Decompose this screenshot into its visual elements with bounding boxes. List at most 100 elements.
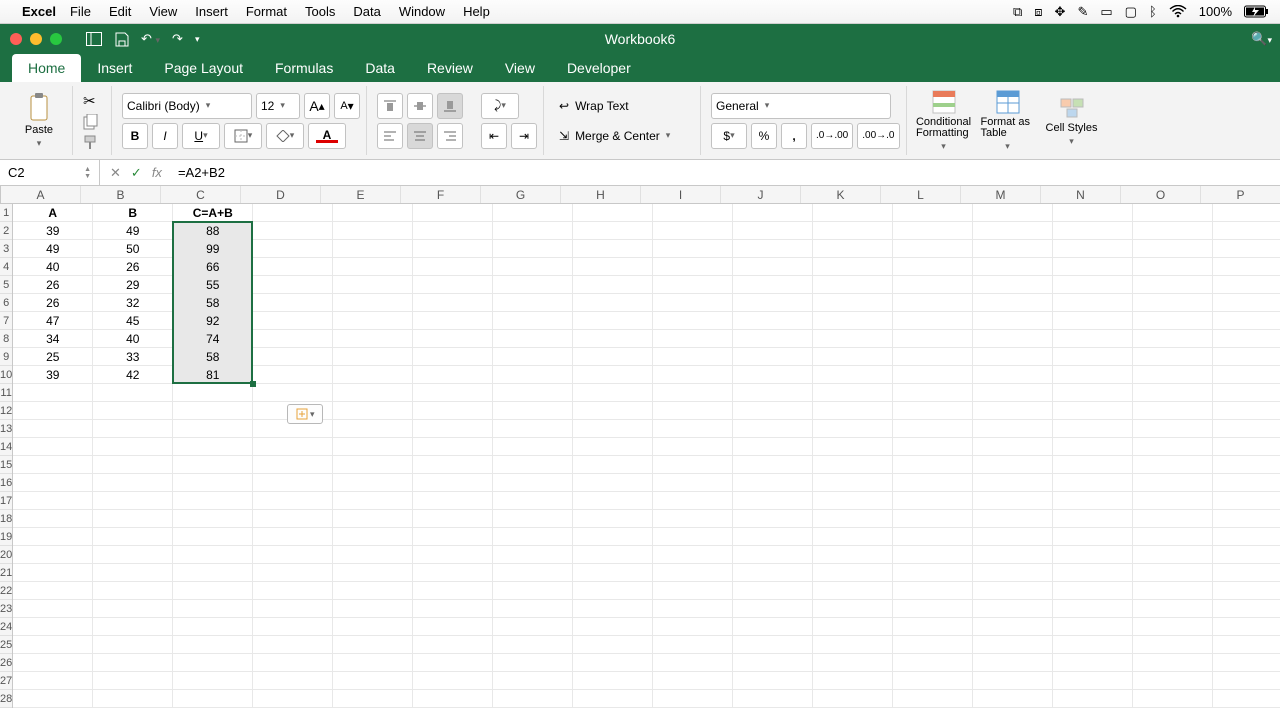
cell-C17[interactable]: [173, 492, 253, 510]
cell-D3[interactable]: [253, 240, 333, 258]
cell-O7[interactable]: [1133, 312, 1213, 330]
cell-N10[interactable]: [1053, 366, 1133, 384]
cell-M24[interactable]: [973, 618, 1053, 636]
cell-J14[interactable]: [733, 438, 813, 456]
align-left-button[interactable]: [377, 123, 403, 149]
cell-F26[interactable]: [413, 654, 493, 672]
cell-C3[interactable]: 99: [173, 240, 253, 258]
cell-A21[interactable]: [13, 564, 93, 582]
row-header-19[interactable]: 19: [0, 528, 12, 546]
cell-K17[interactable]: [813, 492, 893, 510]
cell-O20[interactable]: [1133, 546, 1213, 564]
cell-E25[interactable]: [333, 636, 413, 654]
cell-F18[interactable]: [413, 510, 493, 528]
cell-P15[interactable]: [1213, 456, 1280, 474]
cell-B5[interactable]: 29: [93, 276, 173, 294]
cell-C20[interactable]: [173, 546, 253, 564]
cell-J21[interactable]: [733, 564, 813, 582]
cell-E9[interactable]: [333, 348, 413, 366]
cell-L26[interactable]: [893, 654, 973, 672]
cell-P3[interactable]: [1213, 240, 1280, 258]
sync-icon[interactable]: ✥: [1055, 4, 1066, 20]
cell-A11[interactable]: [13, 384, 93, 402]
cell-L20[interactable]: [893, 546, 973, 564]
cell-F3[interactable]: [413, 240, 493, 258]
cell-O4[interactable]: [1133, 258, 1213, 276]
cell-K14[interactable]: [813, 438, 893, 456]
cell-I10[interactable]: [653, 366, 733, 384]
cell-J26[interactable]: [733, 654, 813, 672]
cell-G25[interactable]: [493, 636, 573, 654]
cell-B11[interactable]: [93, 384, 173, 402]
cell-B20[interactable]: [93, 546, 173, 564]
borders-button[interactable]: ▾: [224, 123, 262, 149]
cell-E17[interactable]: [333, 492, 413, 510]
cell-P23[interactable]: [1213, 600, 1280, 618]
cell-M11[interactable]: [973, 384, 1053, 402]
cell-P18[interactable]: [1213, 510, 1280, 528]
minimize-window-button[interactable]: [30, 33, 42, 45]
cell-J27[interactable]: [733, 672, 813, 690]
cell-I24[interactable]: [653, 618, 733, 636]
cell-L6[interactable]: [893, 294, 973, 312]
cell-P17[interactable]: [1213, 492, 1280, 510]
cell-D20[interactable]: [253, 546, 333, 564]
cell-J13[interactable]: [733, 420, 813, 438]
cell-I25[interactable]: [653, 636, 733, 654]
cell-J15[interactable]: [733, 456, 813, 474]
cell-I8[interactable]: [653, 330, 733, 348]
cell-G27[interactable]: [493, 672, 573, 690]
cell-L3[interactable]: [893, 240, 973, 258]
cell-B4[interactable]: 26: [93, 258, 173, 276]
cell-C12[interactable]: [173, 402, 253, 420]
bold-button[interactable]: B: [122, 123, 148, 149]
cell-G4[interactable]: [493, 258, 573, 276]
cell-H2[interactable]: [573, 222, 653, 240]
format-painter-icon[interactable]: [83, 134, 99, 150]
cell-H26[interactable]: [573, 654, 653, 672]
cell-K13[interactable]: [813, 420, 893, 438]
cell-P7[interactable]: [1213, 312, 1280, 330]
cell-E11[interactable]: [333, 384, 413, 402]
cell-A23[interactable]: [13, 600, 93, 618]
cell-C6[interactable]: 58: [173, 294, 253, 312]
cell-E13[interactable]: [333, 420, 413, 438]
save-icon[interactable]: [114, 32, 129, 47]
cell-B1[interactable]: B: [93, 204, 173, 222]
decrease-indent-button[interactable]: ⇤: [481, 123, 507, 149]
cell-B13[interactable]: [93, 420, 173, 438]
wrap-text-button[interactable]: ↩Wrap Text: [554, 93, 694, 119]
cell-A2[interactable]: 39: [13, 222, 93, 240]
cell-K8[interactable]: [813, 330, 893, 348]
cell-G28[interactable]: [493, 690, 573, 708]
cell-M16[interactable]: [973, 474, 1053, 492]
cell-N7[interactable]: [1053, 312, 1133, 330]
cell-C19[interactable]: [173, 528, 253, 546]
cell-G12[interactable]: [493, 402, 573, 420]
cell-N16[interactable]: [1053, 474, 1133, 492]
redo-icon[interactable]: ↷: [172, 31, 183, 47]
cell-N24[interactable]: [1053, 618, 1133, 636]
cell-D26[interactable]: [253, 654, 333, 672]
cell-F10[interactable]: [413, 366, 493, 384]
cell-N15[interactable]: [1053, 456, 1133, 474]
cell-E7[interactable]: [333, 312, 413, 330]
shrink-font-button[interactable]: A▾: [334, 93, 360, 119]
cell-D25[interactable]: [253, 636, 333, 654]
cell-A8[interactable]: 34: [13, 330, 93, 348]
row-header-26[interactable]: 26: [0, 654, 12, 672]
number-format-dropdown[interactable]: General▾: [711, 93, 891, 119]
menu-window[interactable]: Window: [399, 4, 445, 19]
cell-B18[interactable]: [93, 510, 173, 528]
cell-H21[interactable]: [573, 564, 653, 582]
bluetooth-icon[interactable]: ᛒ: [1149, 4, 1157, 19]
cell-C24[interactable]: [173, 618, 253, 636]
cell-M22[interactable]: [973, 582, 1053, 600]
cell-F2[interactable]: [413, 222, 493, 240]
cell-L2[interactable]: [893, 222, 973, 240]
cell-D17[interactable]: [253, 492, 333, 510]
menu-tools[interactable]: Tools: [305, 4, 335, 19]
cell-K23[interactable]: [813, 600, 893, 618]
cell-M3[interactable]: [973, 240, 1053, 258]
menu-view[interactable]: View: [149, 4, 177, 19]
